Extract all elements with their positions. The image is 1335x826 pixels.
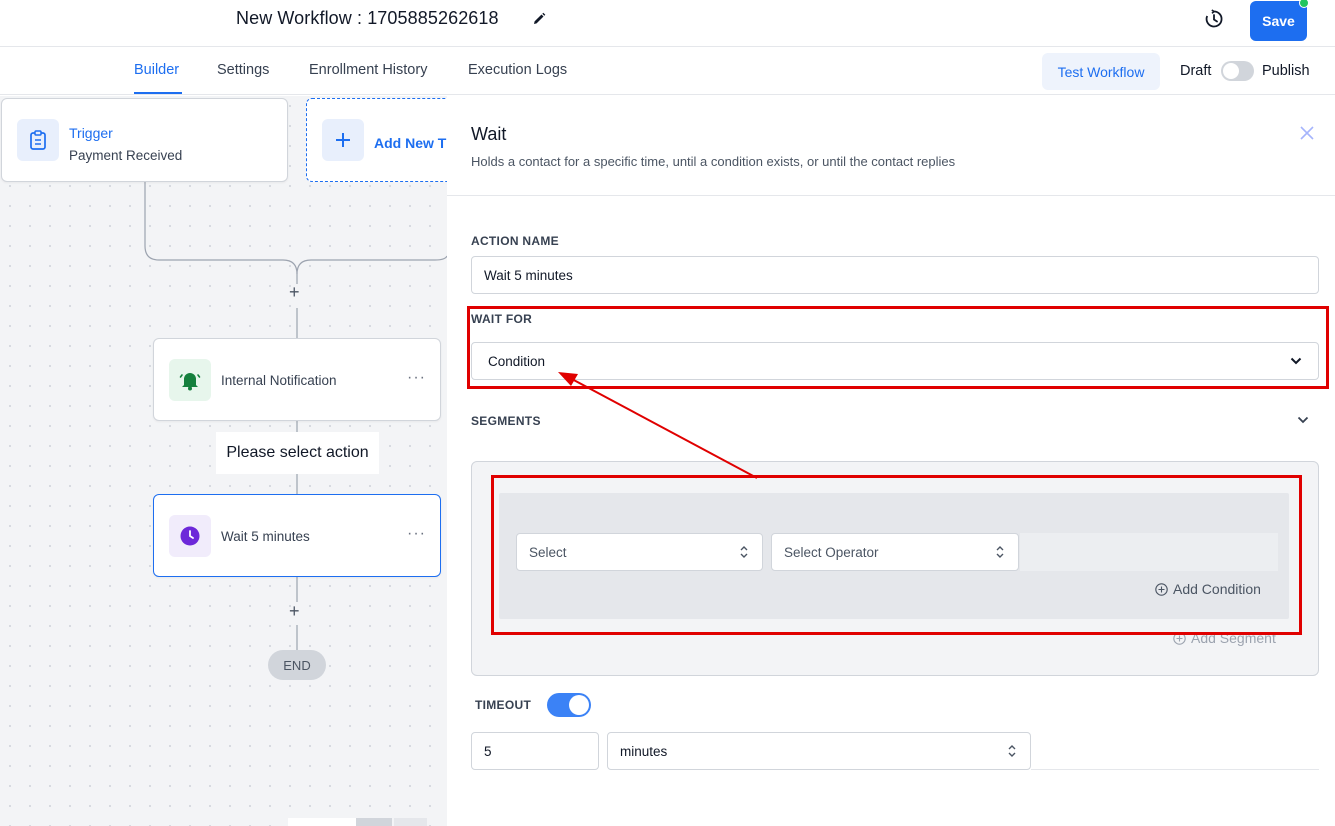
chevron-down-icon[interactable] <box>1297 415 1309 425</box>
updown-icon <box>1008 745 1016 757</box>
wait-node[interactable]: Wait 5 minutes ··· <box>153 494 441 577</box>
node-menu-icon[interactable]: ··· <box>407 525 426 543</box>
tab-bar: Builder Settings Enrollment History Exec… <box>0 47 1335 95</box>
publish-toggle[interactable] <box>1221 61 1254 81</box>
clock-icon <box>169 515 211 557</box>
panel-description: Holds a contact for a specific time, unt… <box>471 154 956 169</box>
divider <box>447 195 1335 196</box>
action-name-label: ACTION NAME <box>471 234 559 248</box>
close-icon[interactable] <box>1299 125 1315 141</box>
tab-enrollment-history[interactable]: Enrollment History <box>309 62 427 78</box>
add-trigger-label: Add New T <box>374 135 447 151</box>
timeout-toggle[interactable] <box>547 693 591 717</box>
minimap-edge <box>356 818 392 826</box>
trigger-subtitle: Payment Received <box>69 148 183 163</box>
top-header: New Workflow : 1705885262618 Save <box>0 0 1335 47</box>
timeout-value-input[interactable]: 5 <box>471 732 599 770</box>
trigger-card[interactable]: Trigger Payment Received <box>1 98 288 182</box>
panel-title: Wait <box>471 124 507 144</box>
save-button[interactable]: Save <box>1250 1 1307 41</box>
status-dot <box>1299 0 1309 8</box>
segments-label: SEGMENTS <box>471 414 541 428</box>
minimap-edge <box>288 818 356 826</box>
node-label: Wait 5 minutes <box>221 529 310 544</box>
minimap-edge <box>394 818 427 826</box>
draft-label: Draft <box>1180 63 1212 79</box>
divider <box>1031 769 1319 770</box>
tab-execution-logs[interactable]: Execution Logs <box>468 62 567 78</box>
trigger-title: Trigger <box>69 125 113 141</box>
history-icon[interactable] <box>1204 9 1224 29</box>
annotation-box-segments <box>491 475 1302 635</box>
tab-builder[interactable]: Builder <box>134 62 179 78</box>
plus-icon <box>322 119 364 161</box>
timeout-unit-select[interactable]: minutes <box>607 732 1031 770</box>
bell-icon <box>169 359 211 401</box>
internal-notification-node[interactable]: Internal Notification ··· <box>153 338 441 421</box>
node-menu-icon[interactable]: ··· <box>407 369 426 387</box>
end-pill: END <box>268 650 326 680</box>
add-trigger-card[interactable]: Add New T <box>306 98 447 182</box>
action-name-input[interactable]: Wait 5 minutes <box>471 256 1319 294</box>
select-action-tooltip: Please select action <box>216 432 379 474</box>
test-workflow-button[interactable]: Test Workflow <box>1042 53 1160 90</box>
active-tab-indicator <box>134 92 182 94</box>
timeout-label: TIMEOUT <box>475 698 532 712</box>
publish-label: Publish <box>1262 63 1310 79</box>
node-label: Internal Notification <box>221 373 337 388</box>
add-step-plus-icon[interactable]: + <box>289 282 300 303</box>
workflow-canvas[interactable]: Trigger Payment Received Add New T + Int… <box>0 96 447 826</box>
tab-settings[interactable]: Settings <box>217 62 269 78</box>
clipboard-icon <box>17 119 59 161</box>
workflow-title: New Workflow : 1705885262618 <box>236 8 499 28</box>
annotation-box-wait-for <box>467 306 1329 389</box>
action-panel: Wait Holds a contact for a specific time… <box>447 96 1335 826</box>
pencil-icon[interactable] <box>531 11 547 27</box>
add-step-plus-icon[interactable]: + <box>289 601 300 622</box>
timeout-unit-value: minutes <box>620 743 668 759</box>
